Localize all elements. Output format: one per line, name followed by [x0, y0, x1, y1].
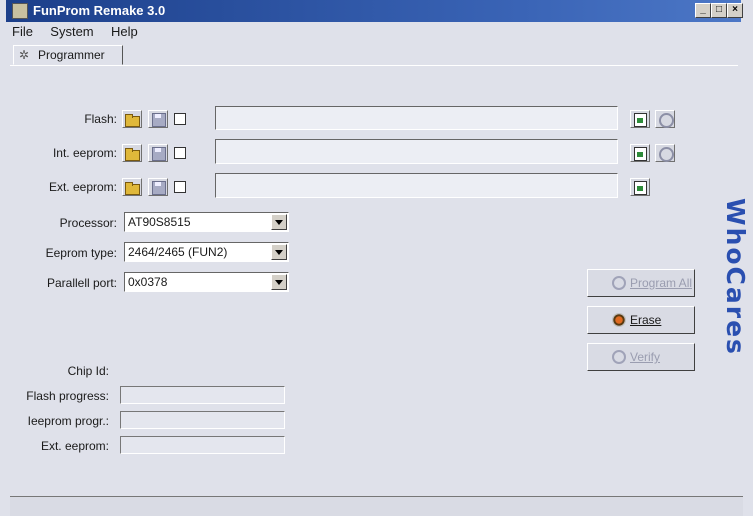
- chip-id-label: Chip Id:: [67, 364, 109, 378]
- int-eeprom-save-button[interactable]: [148, 144, 168, 162]
- verify-button[interactable]: Verify: [587, 343, 695, 371]
- status-bar: [10, 496, 743, 516]
- brand-logo-text: WhoCares: [721, 198, 750, 356]
- ext-eeprom-checkbox[interactable]: [174, 181, 186, 193]
- title-bar[interactable]: FunProm Remake 3.0 _ □ ×: [6, 0, 743, 22]
- flash-settings-button[interactable]: [655, 110, 675, 128]
- app-icon[interactable]: [12, 3, 28, 19]
- close-button[interactable]: ×: [727, 3, 743, 18]
- erase-button[interactable]: Erase: [587, 306, 695, 334]
- eeprom-type-value: 2464/2465 (FUN2): [128, 245, 228, 259]
- flash-save-button[interactable]: [148, 110, 168, 128]
- tab-programmer[interactable]: ✲ Programmer: [13, 45, 123, 65]
- gears-icon: [612, 276, 626, 290]
- app-window: FunProm Remake 3.0 _ □ × File System Hel…: [0, 0, 753, 516]
- int-eeprom-label: Int. eeprom:: [52, 146, 117, 160]
- int-eeprom-open-button[interactable]: [122, 144, 142, 162]
- parallel-port-label: Parallell port:: [46, 276, 117, 290]
- chevron-down-icon[interactable]: [271, 244, 287, 260]
- menu-system[interactable]: System: [50, 24, 93, 39]
- verify-icon: [612, 350, 626, 364]
- flash-checkbox[interactable]: [174, 113, 186, 125]
- parallel-port-value: 0x0378: [128, 275, 168, 289]
- menu-help[interactable]: Help: [111, 24, 138, 39]
- eeprom-type-select[interactable]: 2464/2465 (FUN2): [124, 242, 289, 262]
- programmer-panel: Flash: Int. eeprom: Ext. eeprom: Process…: [10, 65, 738, 486]
- int-eeprom-settings-button[interactable]: [655, 144, 675, 162]
- maximize-button[interactable]: □: [711, 3, 727, 18]
- tab-programmer-label: Programmer: [38, 48, 105, 62]
- erase-icon: [612, 313, 626, 327]
- parallel-port-select[interactable]: 0x0378: [124, 272, 289, 292]
- ext-eeprom-label: Ext. eeprom:: [48, 180, 117, 194]
- flash-label: Flash:: [84, 112, 117, 126]
- chevron-down-icon[interactable]: [271, 274, 287, 290]
- processor-value: AT90S8515: [128, 215, 191, 229]
- erase-label: Erase: [630, 313, 662, 327]
- flash-progress-label: Flash progress:: [26, 389, 109, 403]
- menu-bar: File System Help: [12, 24, 152, 42]
- ext-eeprom-load-button[interactable]: [630, 178, 650, 196]
- ext-eeprom-progress-label: Ext. eeprom:: [40, 439, 109, 453]
- int-eeprom-file-field[interactable]: [215, 139, 618, 164]
- ext-eeprom-open-button[interactable]: [122, 178, 142, 196]
- ext-eeprom-save-button[interactable]: [148, 178, 168, 196]
- flash-load-button[interactable]: [630, 110, 650, 128]
- gears-icon: ✲: [19, 48, 30, 62]
- processor-label: Processor:: [59, 216, 117, 230]
- ieeprom-progress-bar: [120, 411, 285, 429]
- program-all-label: Program All: [630, 276, 693, 290]
- ieeprom-progress-label: Ieeprom progr.:: [27, 414, 109, 428]
- verify-label: Verify: [630, 350, 661, 364]
- window-title: FunProm Remake 3.0: [33, 3, 166, 18]
- int-eeprom-load-button[interactable]: [630, 144, 650, 162]
- program-all-button[interactable]: Program All: [587, 269, 695, 297]
- ext-eeprom-file-field[interactable]: [215, 173, 618, 198]
- eeprom-type-label: Eeprom type:: [45, 246, 117, 260]
- minimize-button[interactable]: _: [695, 3, 711, 18]
- flash-progress-bar: [120, 386, 285, 404]
- int-eeprom-checkbox[interactable]: [174, 147, 186, 159]
- ext-eeprom-progress-bar: [120, 436, 285, 454]
- processor-select[interactable]: AT90S8515: [124, 212, 289, 232]
- flash-file-field[interactable]: [215, 106, 618, 130]
- menu-file[interactable]: File: [12, 24, 33, 39]
- flash-open-button[interactable]: [122, 110, 142, 128]
- chevron-down-icon[interactable]: [271, 214, 287, 230]
